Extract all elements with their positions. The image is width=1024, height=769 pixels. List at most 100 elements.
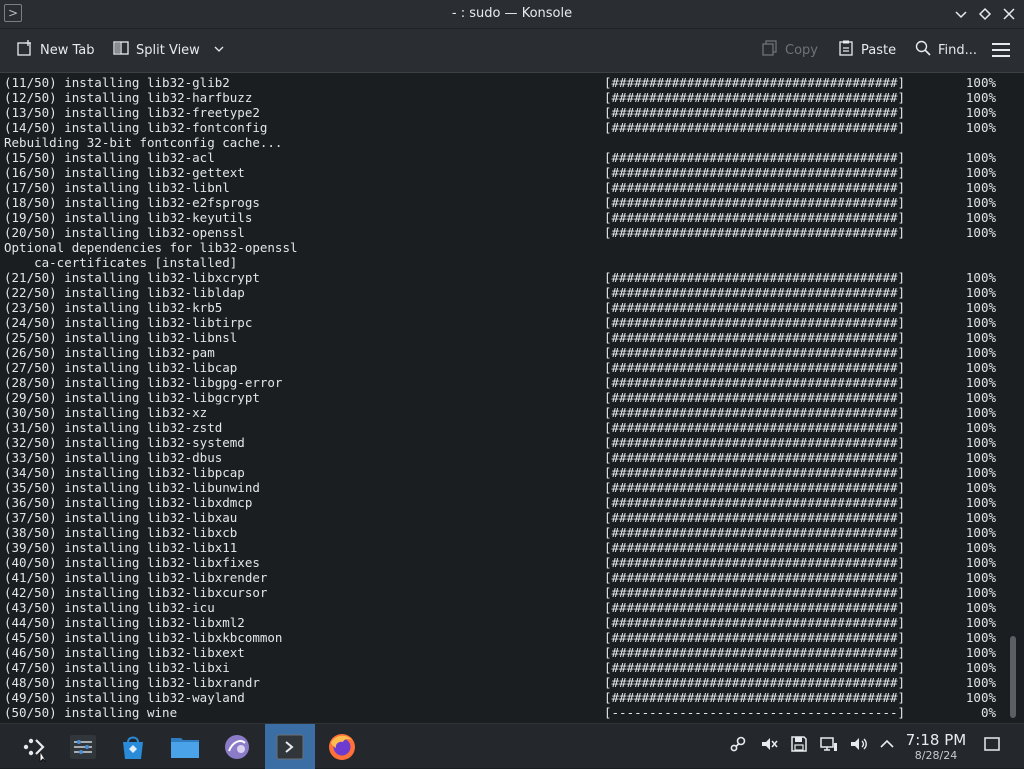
progress-percent: 100%: [965, 315, 996, 330]
network-icon[interactable]: [818, 734, 840, 756]
terminal-line-text: (31/50) installing lib32-zstd: [4, 420, 223, 435]
terminal-line: (14/50) installing lib32-fontconfig [####…: [4, 120, 1004, 135]
terminal-line-text: (39/50) installing lib32-libx11: [4, 540, 238, 555]
terminal-line: (45/50) installing lib32-libxkbcommon [##…: [4, 630, 1004, 645]
progress-percent: 100%: [965, 375, 996, 390]
terminal-line: Optional dependencies for lib32-openssl: [4, 240, 1004, 255]
storage-icon[interactable]: [788, 734, 810, 756]
firefox-icon[interactable]: [317, 724, 367, 769]
progress-bar-text: [######################################]: [604, 75, 906, 90]
progress-percent: 100%: [965, 450, 996, 465]
progress-percent: 100%: [965, 300, 996, 315]
clock-date[interactable]: 8/28/24: [900, 749, 972, 762]
terminal-line-text: (23/50) installing lib32-krb5: [4, 300, 223, 315]
terminal-line: (22/50) installing lib32-libldap [#######…: [4, 285, 1004, 300]
progress-bar-text: [######################################]: [604, 660, 906, 675]
terminal-line-text: (22/50) installing lib32-libldap: [4, 285, 245, 300]
show-hidden-icon[interactable]: [876, 734, 898, 756]
progress-bar-text: [######################################]: [604, 345, 906, 360]
terminal-line: (49/50) installing lib32-wayland [#######…: [4, 690, 1004, 705]
progress-bar-text: [######################################]: [604, 225, 906, 240]
terminal-line: (37/50) installing lib32-libxau [########…: [4, 510, 1004, 525]
clock-time[interactable]: 7:18 PM: [900, 731, 972, 749]
progress-bar-text: [######################################]: [604, 435, 906, 450]
progress-bar-text: [######################################]: [604, 120, 906, 135]
terminal-line-text: (48/50) installing lib32-libxrandr: [4, 675, 260, 690]
terminal-line-text: (15/50) installing lib32-acl: [4, 150, 215, 165]
hamburger-menu-icon[interactable]: [992, 43, 1010, 57]
minimize-button[interactable]: [951, 4, 971, 24]
progress-bar-text: [######################################]: [604, 480, 906, 495]
copy-button[interactable]: Copy: [757, 37, 822, 65]
progress-percent: 100%: [965, 555, 996, 570]
progress-bar-text: [######################################]: [604, 465, 906, 480]
progress-percent: 100%: [965, 675, 996, 690]
terminal-line: (27/50) installing lib32-libcap [########…: [4, 360, 1004, 375]
scrollbar[interactable]: [1010, 636, 1016, 718]
terminal-line: (18/50) installing lib32-e2fsprogs [#####…: [4, 195, 1004, 210]
konsole-icon[interactable]: [265, 724, 315, 769]
audio-muted-icon[interactable]: [758, 734, 780, 756]
paste-button[interactable]: Paste: [833, 37, 900, 65]
diamond-icon: [978, 7, 992, 21]
maximize-button[interactable]: [975, 4, 995, 24]
progress-percent: 100%: [965, 225, 996, 240]
app-launcher-icon[interactable]: [8, 724, 58, 769]
chevron-down-icon: [955, 11, 967, 19]
terminal-line: (40/50) installing lib32-libxfixes [#####…: [4, 555, 1004, 570]
progress-percent: 100%: [965, 150, 996, 165]
steam-icon[interactable]: [727, 734, 749, 756]
terminal-line: (48/50) installing lib32-libxrandr [#####…: [4, 675, 1004, 690]
progress-percent: 100%: [965, 690, 996, 705]
progress-bar-text: [######################################]: [604, 420, 906, 435]
terminal-line: (42/50) installing lib32-libxcursor [####…: [4, 585, 1004, 600]
paste-icon: [837, 37, 855, 65]
terminal-line: (41/50) installing lib32-libxrender [####…: [4, 570, 1004, 585]
terminal-output[interactable]: (11/50) installing lib32-glib2 [#########…: [0, 74, 1008, 722]
system-settings-icon[interactable]: [58, 724, 108, 769]
terminal-line-text: (45/50) installing lib32-libxkbcommon: [4, 630, 283, 645]
discover-store-icon[interactable]: [108, 724, 158, 769]
terminal-line-text: (25/50) installing lib32-libnsl: [4, 330, 238, 345]
progress-bar-text: [######################################]: [604, 450, 906, 465]
browser-app-icon[interactable]: [212, 724, 262, 769]
progress-bar-text: [######################################]: [604, 390, 906, 405]
close-button[interactable]: [999, 4, 1019, 24]
progress-bar-text: [--------------------------------------]: [604, 705, 906, 720]
show-desktop-icon[interactable]: [981, 734, 1003, 756]
progress-percent: 100%: [965, 105, 996, 120]
terminal-line: (23/50) installing lib32-krb5 [##########…: [4, 300, 1004, 315]
split-view-button[interactable]: Split View: [108, 37, 228, 65]
progress-bar-text: [######################################]: [604, 180, 906, 195]
progress-percent: 100%: [965, 180, 996, 195]
terminal-line-text: (34/50) installing lib32-libpcap: [4, 465, 245, 480]
terminal-line-text: (21/50) installing lib32-libxcrypt: [4, 270, 260, 285]
terminal-line-text: (44/50) installing lib32-libxml2: [4, 615, 245, 630]
terminal-line: (28/50) installing lib32-libgpg-error [##…: [4, 375, 1004, 390]
terminal-line-text: (40/50) installing lib32-libxfixes: [4, 555, 260, 570]
terminal-line-text: (35/50) installing lib32-libunwind: [4, 480, 260, 495]
file-manager-icon[interactable]: [160, 724, 210, 769]
progress-bar-text: [######################################]: [604, 510, 906, 525]
terminal-line-text: (12/50) installing lib32-harfbuzz: [4, 90, 253, 105]
toolbar: New Tab Split View Copy Paste Find...: [0, 29, 1024, 73]
terminal-line: Rebuilding 32-bit fontconfig cache...: [4, 135, 1004, 150]
terminal-line-text: (29/50) installing lib32-libgcrypt: [4, 390, 260, 405]
progress-percent: 100%: [965, 420, 996, 435]
progress-percent: 100%: [965, 345, 996, 360]
new-tab-button[interactable]: New Tab: [12, 37, 99, 65]
volume-icon[interactable]: [848, 734, 870, 756]
chevron-down-icon: [214, 37, 224, 65]
find-button[interactable]: Find...: [910, 37, 981, 65]
progress-bar-text: [######################################]: [604, 570, 906, 585]
progress-bar-text: [######################################]: [604, 165, 906, 180]
terminal-line: (38/50) installing lib32-libxcb [########…: [4, 525, 1004, 540]
terminal-line: (12/50) installing lib32-harfbuzz [######…: [4, 90, 1004, 105]
progress-bar-text: [######################################]: [604, 270, 906, 285]
terminal-line: (50/50) installing wine [----------------…: [4, 705, 1004, 720]
progress-bar-text: [######################################]: [604, 285, 906, 300]
progress-percent: 100%: [965, 405, 996, 420]
terminal-line: (25/50) installing lib32-libnsl [########…: [4, 330, 1004, 345]
progress-percent: 100%: [965, 195, 996, 210]
progress-bar-text: [######################################]: [604, 675, 906, 690]
